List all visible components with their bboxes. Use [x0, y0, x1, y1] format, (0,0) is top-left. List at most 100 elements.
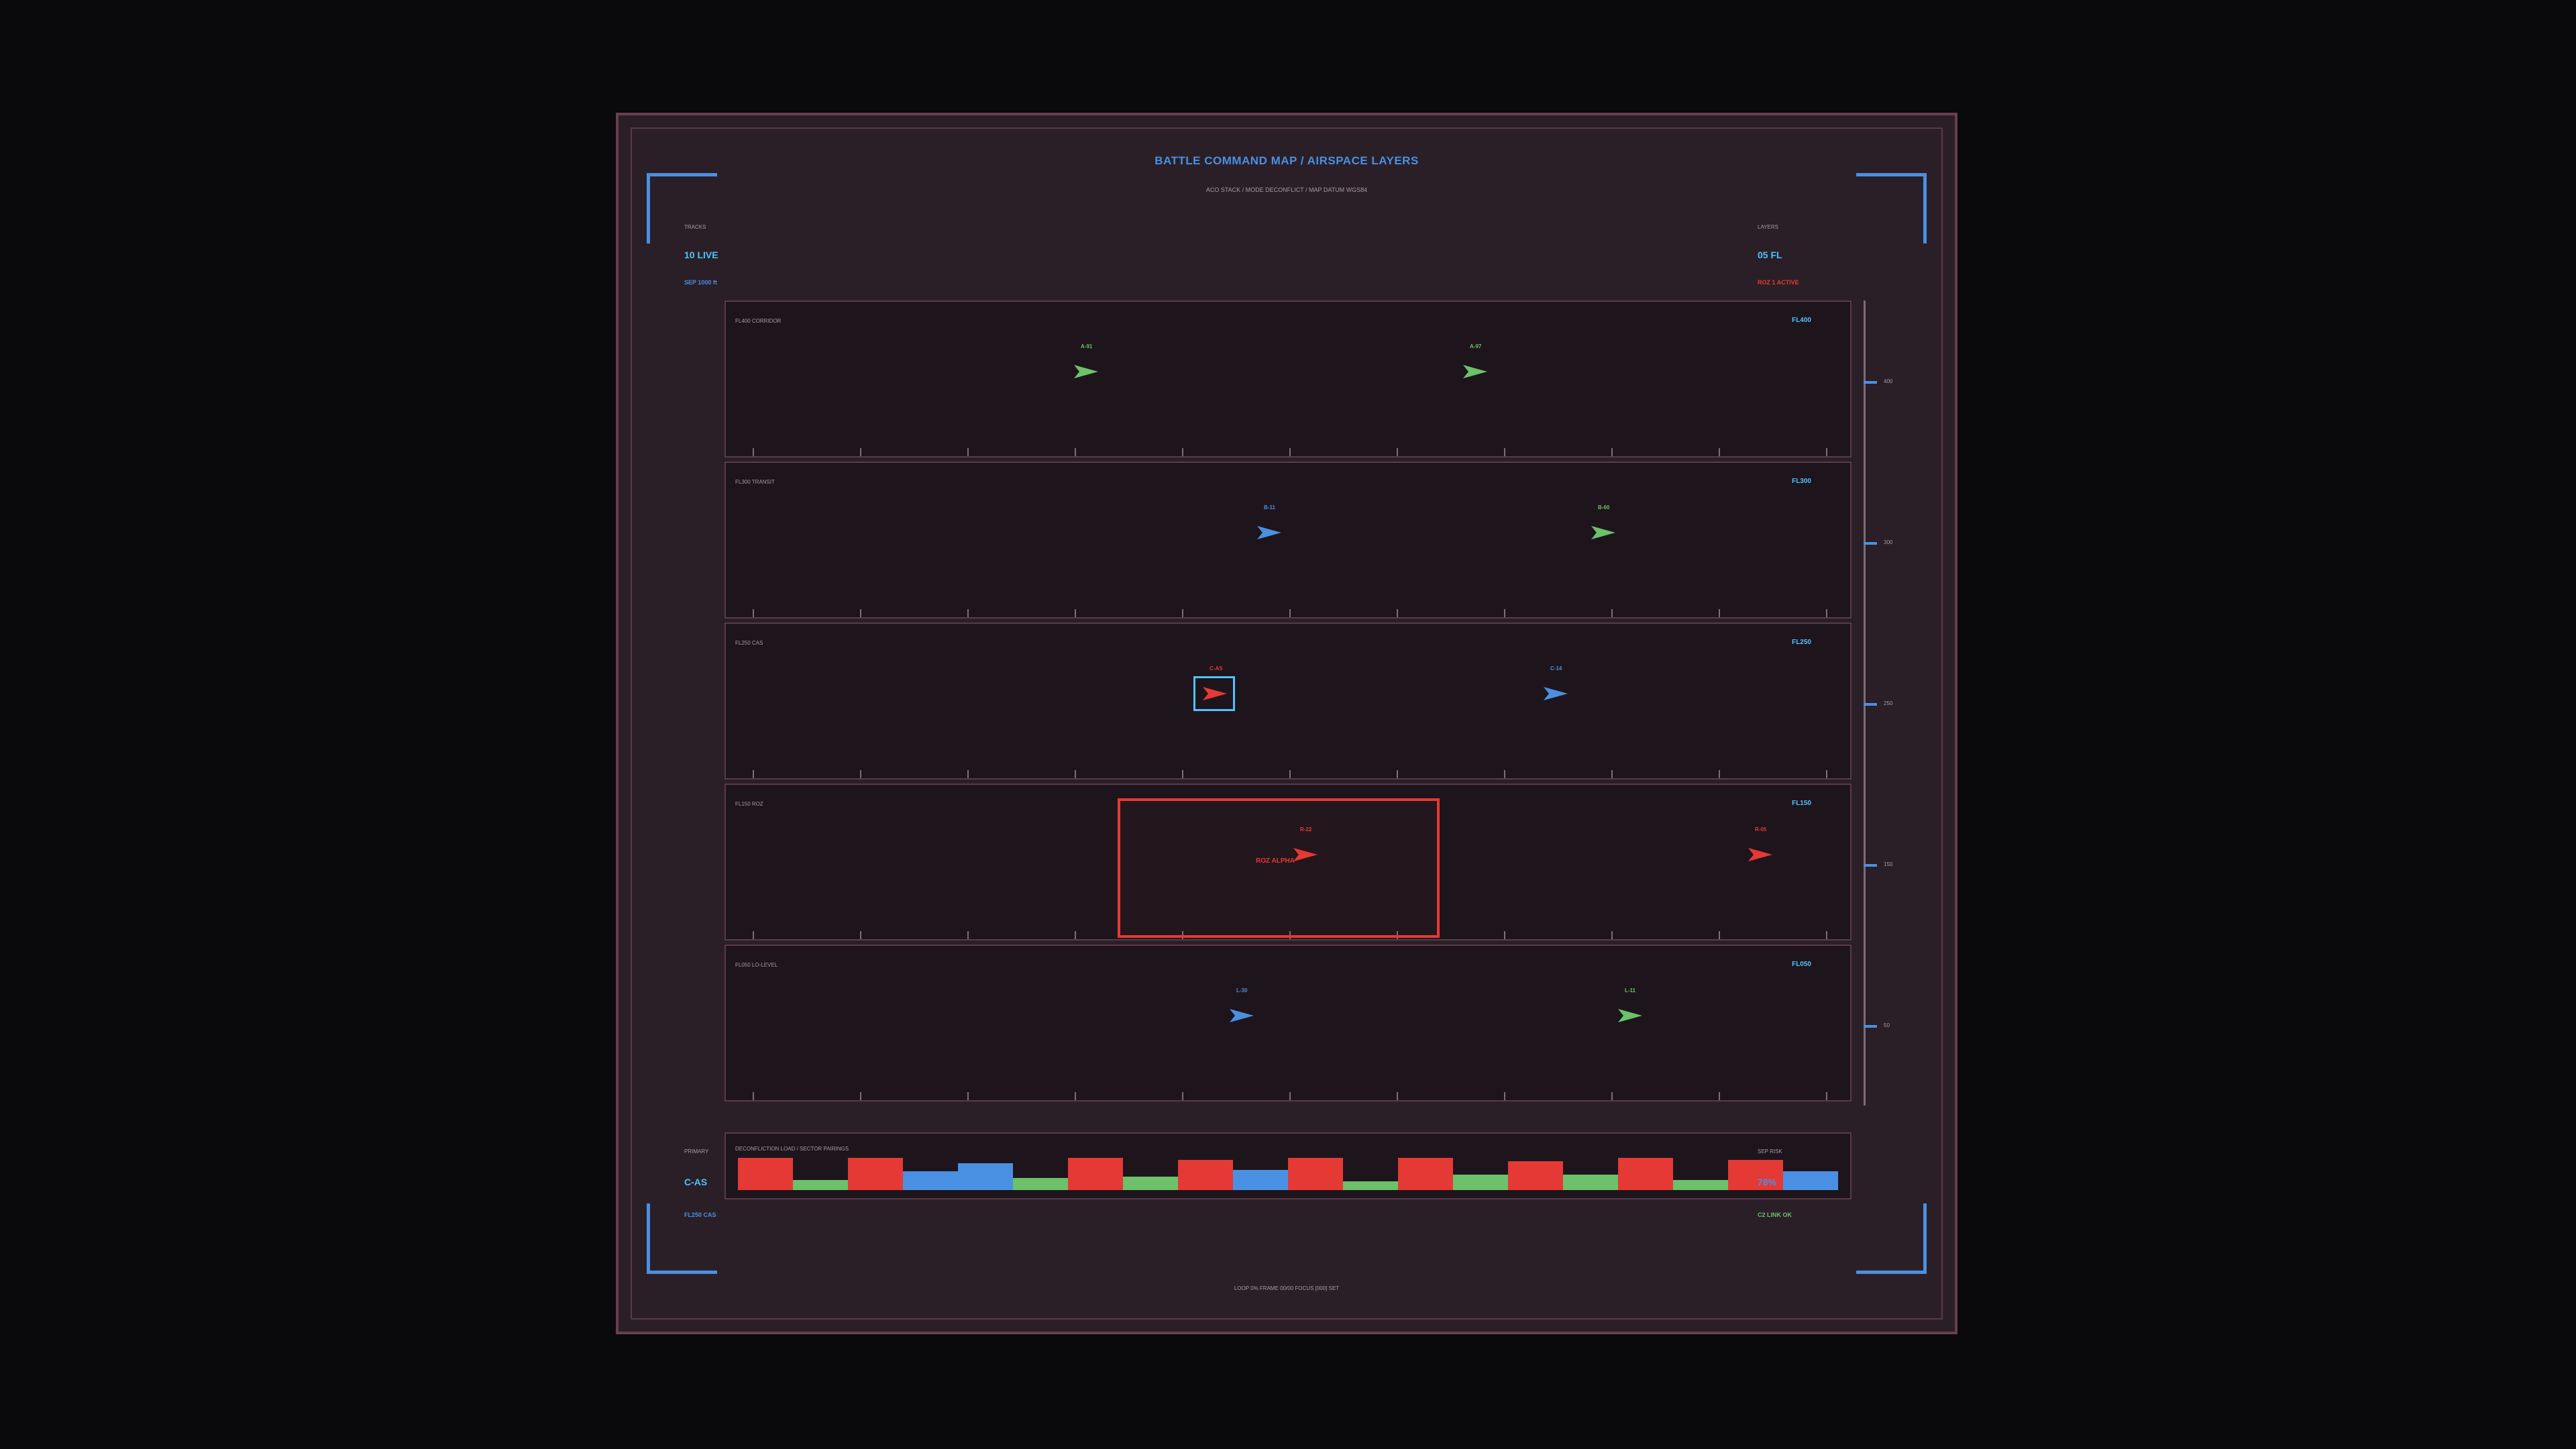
- aircraft-track-icon[interactable]: [1617, 1008, 1644, 1024]
- axis-tick: [1826, 448, 1827, 456]
- aircraft-track-icon[interactable]: [1073, 364, 1099, 380]
- track-label: C-14: [1550, 665, 1562, 672]
- load-bar: [1618, 1158, 1673, 1190]
- load-bar: [958, 1163, 1013, 1190]
- aircraft-track-icon[interactable]: [1228, 1008, 1255, 1024]
- airspace-layer[interactable]: FL300 TRANSIT FL300 B-11 B-60: [724, 462, 1851, 619]
- load-bar: [1508, 1161, 1563, 1190]
- load-bar: [1068, 1158, 1123, 1190]
- layer-name: FL250 CAS: [735, 640, 763, 646]
- axis-tick: [1826, 770, 1827, 778]
- tracks-label: TRACKS: [684, 224, 706, 230]
- roz-label: ROZ ALPHA: [1256, 857, 1295, 865]
- page-subtitle: ACO STACK / MODE DECONFLICT / MAP DATUM …: [1205, 186, 1368, 193]
- track-label: R-05: [1755, 826, 1767, 833]
- axis-tick: [1611, 1092, 1613, 1100]
- airspace-layer[interactable]: FL150 ROZ FL150 ROZ ALPHA R-22 R-05: [724, 784, 1851, 941]
- axis-tick: [753, 770, 754, 778]
- aircraft-track-icon[interactable]: [1542, 686, 1569, 702]
- load-bar: [1783, 1171, 1838, 1190]
- aircraft-track-icon[interactable]: [1462, 364, 1489, 380]
- axis-tick: [1611, 448, 1613, 456]
- scale-tick: [1864, 542, 1877, 545]
- load-bar: [1453, 1175, 1508, 1190]
- axis-tick: [1826, 1092, 1827, 1100]
- load-bar: [1123, 1177, 1178, 1190]
- axis-tick: [1075, 448, 1076, 456]
- corner-bracket-tl: [647, 173, 717, 244]
- scale-label: 400: [1884, 378, 1893, 384]
- load-bar: [1288, 1158, 1343, 1190]
- load-bar: [1673, 1180, 1728, 1190]
- airspace-layer[interactable]: FL400 CORRIDOR FL400 A-91 A-97: [724, 301, 1851, 458]
- layer-name: FL050 LO-LEVEL: [735, 962, 778, 968]
- axis-tick: [1719, 609, 1720, 617]
- selected-track-bracket: [1193, 676, 1235, 711]
- layers-value: 05 FL: [1758, 250, 1782, 260]
- scale-tick: [1864, 864, 1877, 867]
- layer-name: FL150 ROZ: [735, 801, 763, 807]
- track-label: A-91: [1081, 343, 1093, 350]
- axis-tick: [860, 931, 861, 939]
- axis-tick: [1397, 1092, 1398, 1100]
- axis-tick: [1075, 609, 1076, 617]
- axis-tick: [1719, 931, 1720, 939]
- axis-tick: [1397, 609, 1398, 617]
- aircraft-track-icon[interactable]: [1590, 525, 1617, 541]
- axis-tick: [1611, 931, 1613, 939]
- track-label: B-60: [1598, 504, 1610, 511]
- axis-tick: [1075, 1092, 1076, 1100]
- roz-zone[interactable]: [1118, 798, 1440, 938]
- tracks-value: 10 LIVE: [684, 250, 718, 260]
- layer-flight-level: FL050: [1792, 961, 1811, 968]
- load-bar: [903, 1171, 958, 1190]
- axis-tick: [1182, 1092, 1183, 1100]
- aircraft-track-icon[interactable]: [1292, 847, 1319, 863]
- axis-tick: [860, 1092, 861, 1100]
- load-bar: [1233, 1170, 1288, 1190]
- track-label: L-30: [1236, 987, 1248, 994]
- primary-value: C-AS: [684, 1177, 708, 1187]
- axis-tick: [1826, 609, 1827, 617]
- aircraft-track-icon[interactable]: [1256, 525, 1283, 541]
- axis-tick: [1611, 609, 1613, 617]
- axis-tick: [1504, 1092, 1505, 1100]
- scale-label: 50: [1884, 1022, 1890, 1028]
- aircraft-track-icon[interactable]: [1747, 847, 1774, 863]
- track-label: R-22: [1300, 826, 1312, 833]
- deconfliction-load-panel: DECONFLICTION LOAD / SECTOR PAIRINGS: [724, 1132, 1851, 1199]
- axis-tick: [1182, 448, 1183, 456]
- axis-tick: [753, 931, 754, 939]
- corner-bracket-br: [1856, 1203, 1927, 1274]
- scale-label: 300: [1884, 539, 1893, 545]
- corner-bracket-tr: [1856, 173, 1927, 244]
- airspace-layer[interactable]: FL250 CAS FL250 C-AS C-14: [724, 623, 1851, 780]
- layer-name: FL400 CORRIDOR: [735, 318, 782, 324]
- axis-tick: [1182, 609, 1183, 617]
- axis-tick: [860, 609, 861, 617]
- track-label: C-AS: [1210, 665, 1223, 672]
- load-bar: [848, 1158, 903, 1190]
- layer-flight-level: FL300: [1792, 478, 1811, 485]
- scale-tick: [1864, 1025, 1877, 1028]
- layers-sub: ROZ 1 ACTIVE: [1758, 279, 1799, 286]
- axis-tick: [1504, 770, 1505, 778]
- axis-tick: [1075, 770, 1076, 778]
- layer-flight-level: FL150: [1792, 800, 1811, 807]
- track-label: B-11: [1264, 504, 1275, 511]
- axis-tick: [1611, 770, 1613, 778]
- axis-tick: [1289, 1092, 1291, 1100]
- layer-flight-level: FL400: [1792, 317, 1811, 324]
- axis-tick: [860, 770, 861, 778]
- axis-tick: [967, 931, 969, 939]
- axis-tick: [753, 609, 754, 617]
- axis-tick: [1719, 448, 1720, 456]
- load-bar: [1398, 1158, 1453, 1190]
- axis-tick: [967, 609, 969, 617]
- axis-tick: [967, 770, 969, 778]
- axis-tick: [753, 1092, 754, 1100]
- axis-tick: [1182, 770, 1183, 778]
- axis-tick: [1504, 609, 1505, 617]
- axis-tick: [1397, 448, 1398, 456]
- airspace-layer[interactable]: FL050 LO-LEVEL FL050 L-30 L-11: [724, 945, 1851, 1102]
